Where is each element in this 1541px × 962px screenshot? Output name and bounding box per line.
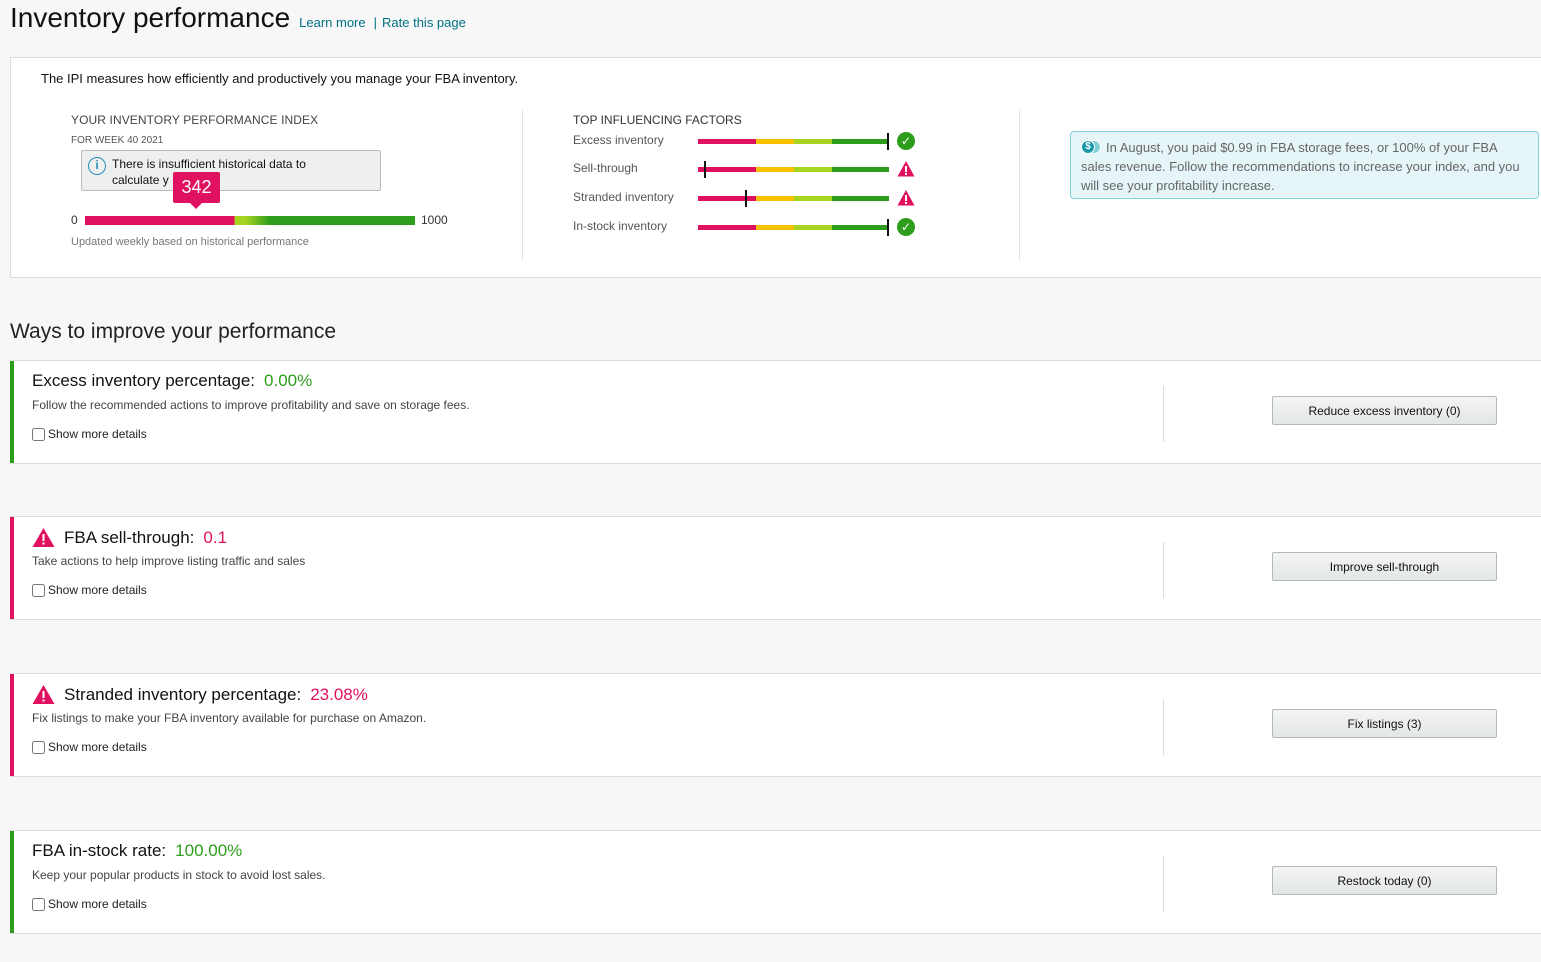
header-separator: | [373, 15, 378, 30]
learn-more-link[interactable]: Learn more [299, 15, 365, 30]
factor-label: In-stock inventory [573, 219, 668, 233]
show-more-details-checkbox[interactable] [32, 897, 45, 911]
warning-icon [897, 161, 915, 177]
metric-description: Fix listings to make your FBA inventory … [32, 711, 427, 725]
factor-row: In-stock inventory ✓ [573, 216, 933, 238]
factor-bar [698, 139, 889, 144]
factor-bar [698, 167, 889, 172]
metric-card: Stranded inventory percentage: 23.08% Fi… [10, 673, 1541, 777]
metric-card: FBA in-stock rate: 100.00% Keep your pop… [10, 830, 1541, 934]
factor-label: Excess inventory [573, 133, 664, 147]
ipi-week: FOR WEEK 40 2021 [71, 135, 164, 146]
metric-description: Keep your popular products in stock to a… [32, 868, 326, 882]
metric-action-button[interactable]: Fix listings (3) [1272, 709, 1497, 738]
factor-marker [887, 133, 889, 150]
info-box-text: In August, you paid $0.99 in FBA storage… [1081, 140, 1520, 193]
metric-title: Excess inventory percentage: [32, 371, 256, 390]
metric-description: Follow the recommended actions to improv… [32, 398, 470, 412]
metric-action-button[interactable]: Restock today (0) [1272, 866, 1497, 895]
status-accent [10, 831, 14, 933]
column-divider [1019, 110, 1020, 260]
check-icon: ✓ [897, 218, 915, 236]
info-icon: i [88, 157, 106, 175]
status-accent [10, 517, 14, 619]
metric-heading: Excess inventory percentage: 0.00% [32, 371, 312, 391]
metric-action-button[interactable]: Improve sell-through [1272, 552, 1497, 581]
factor-marker [704, 161, 706, 178]
ipi-updated-note: Updated weekly based on historical perfo… [71, 236, 309, 248]
factor-marker [887, 219, 889, 236]
ipi-max-label: 1000 [421, 213, 448, 227]
show-more-details-label: Show more details [48, 740, 147, 754]
ipi-intro: The IPI measures how efficiently and pro… [41, 71, 519, 86]
show-more-details-label: Show more details [48, 897, 147, 911]
metric-title: FBA in-stock rate: [32, 841, 167, 860]
show-more-details-label: Show more details [48, 583, 147, 597]
storage-fee-info-box: $ In August, you paid $0.99 in FBA stora… [1070, 131, 1539, 199]
warning-icon [32, 528, 55, 547]
ipi-tooltip: i There is insufficient historical data … [81, 150, 381, 191]
ipi-min-label: 0 [71, 213, 78, 227]
ipi-score-bubble: 342 [173, 172, 220, 209]
show-more-details-checkbox[interactable] [32, 583, 45, 597]
factor-row: Stranded inventory [573, 187, 933, 209]
show-more-details-label: Show more details [48, 427, 147, 441]
card-divider [1163, 386, 1164, 442]
metric-heading: Stranded inventory percentage: 23.08% [32, 684, 368, 705]
metric-title: FBA sell-through: [64, 527, 195, 547]
metric-card: Excess inventory percentage: 0.00% Follo… [10, 360, 1541, 464]
page-title: Inventory performance [10, 2, 291, 33]
ipi-title: YOUR INVENTORY PERFORMANCE INDEX [71, 113, 319, 127]
factor-label: Sell-through [573, 161, 638, 175]
metric-value: 23.08% [310, 684, 368, 704]
factor-bar [698, 225, 889, 230]
metric-value: 0.00% [264, 371, 313, 390]
metric-card: FBA sell-through: 0.1 Take actions to he… [10, 516, 1541, 620]
show-more-details[interactable]: Show more details [32, 740, 147, 754]
show-more-details-checkbox[interactable] [32, 740, 45, 754]
card-divider [1163, 542, 1164, 598]
metric-value: 0.1 [203, 527, 228, 547]
card-divider [1163, 699, 1164, 755]
factor-row: Sell-through [573, 158, 933, 180]
factor-bar [698, 196, 889, 201]
metric-action-button[interactable]: Reduce excess inventory (0) [1272, 396, 1497, 425]
factor-label: Stranded inventory [573, 190, 674, 204]
status-accent [10, 674, 14, 776]
page-header: Inventory performance Learn more | Rate … [10, 2, 466, 34]
improve-section-title: Ways to improve your performance [10, 320, 337, 343]
metric-title: Stranded inventory percentage: [64, 684, 302, 704]
check-icon: ✓ [897, 132, 915, 150]
tooltip-text: There is insufficient historical data to… [112, 157, 306, 187]
card-divider [1163, 856, 1164, 912]
factor-row: Excess inventory ✓ [573, 130, 933, 152]
show-more-details-checkbox[interactable] [32, 427, 45, 441]
factors-title: TOP INFLUENCING FACTORS [573, 113, 742, 127]
show-more-details[interactable]: Show more details [32, 583, 147, 597]
warning-icon [897, 190, 915, 206]
rate-page-link[interactable]: Rate this page [382, 15, 466, 30]
column-divider [522, 110, 523, 260]
metric-description: Take actions to help improve listing tra… [32, 554, 306, 568]
metric-heading: FBA in-stock rate: 100.00% [32, 841, 242, 861]
warning-icon [32, 685, 55, 704]
metric-heading: FBA sell-through: 0.1 [32, 527, 227, 548]
factor-marker [745, 190, 747, 207]
ipi-score-bar [85, 216, 415, 225]
show-more-details[interactable]: Show more details [32, 427, 147, 441]
ipi-panel: The IPI measures how efficiently and pro… [10, 57, 1541, 278]
show-more-details[interactable]: Show more details [32, 897, 147, 911]
metric-value: 100.00% [175, 841, 243, 860]
status-accent [10, 361, 14, 463]
